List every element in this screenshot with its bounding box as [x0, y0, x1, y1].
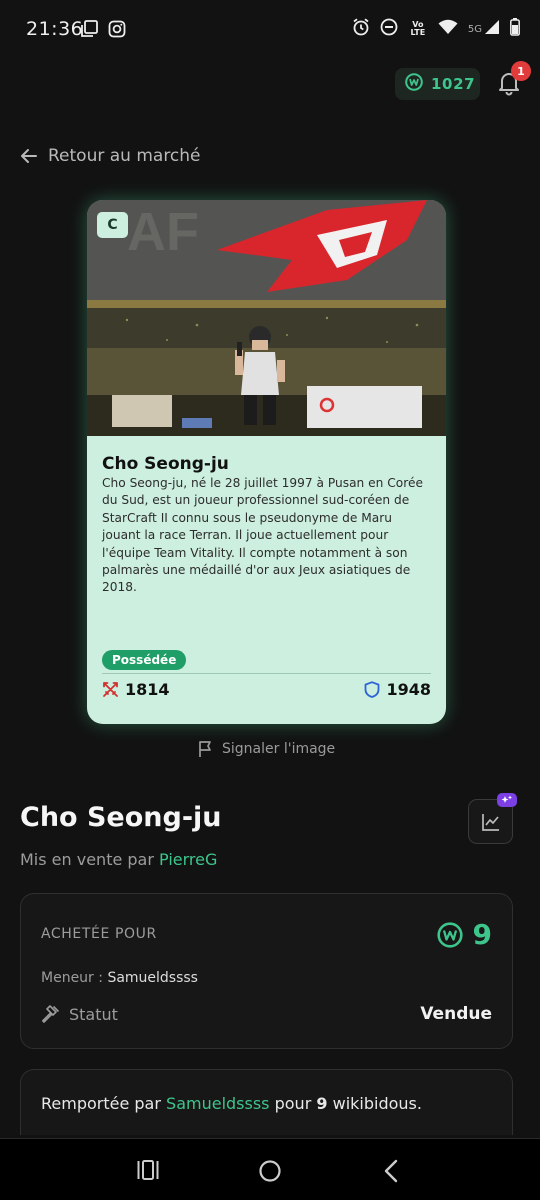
home-circle-icon — [259, 1160, 281, 1182]
defense-value: 1948 — [386, 680, 431, 699]
winner-name-link[interactable]: Samueldssss — [166, 1094, 269, 1113]
leader-name: Samueldssss — [107, 970, 198, 986]
shield-icon — [365, 681, 380, 698]
5g-icon: 5G — [467, 23, 482, 35]
card-player-name: Cho Seong-ju — [102, 454, 229, 474]
player-card[interactable]: AF C Cho Seong-ju Cho Seong-ju, né le 28… — [87, 200, 446, 724]
won-middle: pour — [274, 1094, 312, 1113]
defense-stat: 1948 — [364, 680, 431, 699]
gavel-icon — [42, 1005, 60, 1023]
wifi-icon — [438, 19, 458, 39]
recents-icon — [137, 1160, 159, 1180]
wikibidou-coin-icon — [436, 921, 463, 948]
auction-result-text: Remportée par Samueldssss pour 9 wikibid… — [41, 1094, 422, 1113]
seller-line: Mis en vente par PierreG — [20, 850, 217, 869]
status-value: Vendue — [420, 1004, 492, 1024]
battery-icon — [510, 18, 520, 40]
attack-stat: 1814 — [102, 680, 170, 699]
gallery-icon — [81, 20, 99, 42]
back-link-label: Retour au marché — [48, 146, 201, 166]
alarm-icon — [352, 18, 370, 40]
report-image-link[interactable]: Signaler l'image — [198, 740, 335, 758]
seller-name-link[interactable]: PierreG — [159, 850, 217, 869]
android-nav-bar — [0, 1138, 540, 1200]
system-back-button[interactable] — [382, 1159, 400, 1187]
arrow-left-icon — [21, 149, 37, 163]
flag-icon — [199, 741, 211, 757]
listing-title: Cho Seong-ju — [20, 802, 222, 833]
status-row: Statut Vendue — [41, 1004, 492, 1024]
sparkle-badge-icon — [497, 793, 517, 807]
home-button[interactable] — [258, 1159, 282, 1187]
crossed-swords-icon — [103, 682, 118, 697]
leader-line: Meneur : Samueldssss — [41, 970, 198, 986]
back-to-market-link[interactable]: Retour au marché — [20, 146, 201, 166]
report-label: Signaler l'image — [222, 741, 336, 757]
card-divider — [102, 673, 431, 674]
notification-count-badge: 1 — [511, 61, 531, 81]
auction-result-panel: Remportée par Samueldssss pour 9 wikibid… — [20, 1069, 513, 1135]
attack-value: 1814 — [125, 680, 170, 699]
wallet-balance[interactable]: 1027 — [395, 68, 480, 100]
card-description: Cho Seong-ju, né le 28 juillet 1997 à Pu… — [102, 476, 423, 595]
instagram-icon — [108, 20, 126, 42]
owned-badge: Possédée — [102, 650, 187, 670]
dnd-icon — [380, 18, 398, 40]
wikibidou-coin-icon — [405, 73, 423, 95]
recents-button[interactable] — [136, 1159, 160, 1185]
volte-icon: Vo LTE — [410, 20, 426, 37]
won-suffix: wikibidous. — [332, 1094, 422, 1113]
price-display: 9 — [436, 918, 492, 951]
price-value: 9 — [472, 918, 492, 951]
status-label: Statut — [69, 1004, 118, 1024]
purchase-panel: ACHETÉE POUR 9 Meneur : Samueldssss Stat… — [20, 893, 513, 1049]
won-prefix: Remportée par — [41, 1094, 161, 1113]
status-bar: 21:36 Vo LTE 5G — [0, 0, 540, 60]
won-amount: 9 — [316, 1094, 328, 1113]
rarity-badge: C — [97, 212, 128, 238]
chevron-left-icon — [384, 1159, 398, 1183]
seller-prefix: Mis en vente par — [20, 850, 154, 869]
wallet-amount: 1027 — [431, 75, 476, 93]
signal-icon — [484, 19, 500, 39]
stage-backdrop-lettering: AF — [127, 202, 199, 262]
bought-for-label: ACHETÉE POUR — [41, 926, 157, 942]
status-time: 21:36 — [26, 18, 84, 40]
player-photo: AF C — [87, 200, 446, 436]
line-chart-icon — [481, 813, 499, 831]
leader-label: Meneur : — [41, 970, 103, 986]
